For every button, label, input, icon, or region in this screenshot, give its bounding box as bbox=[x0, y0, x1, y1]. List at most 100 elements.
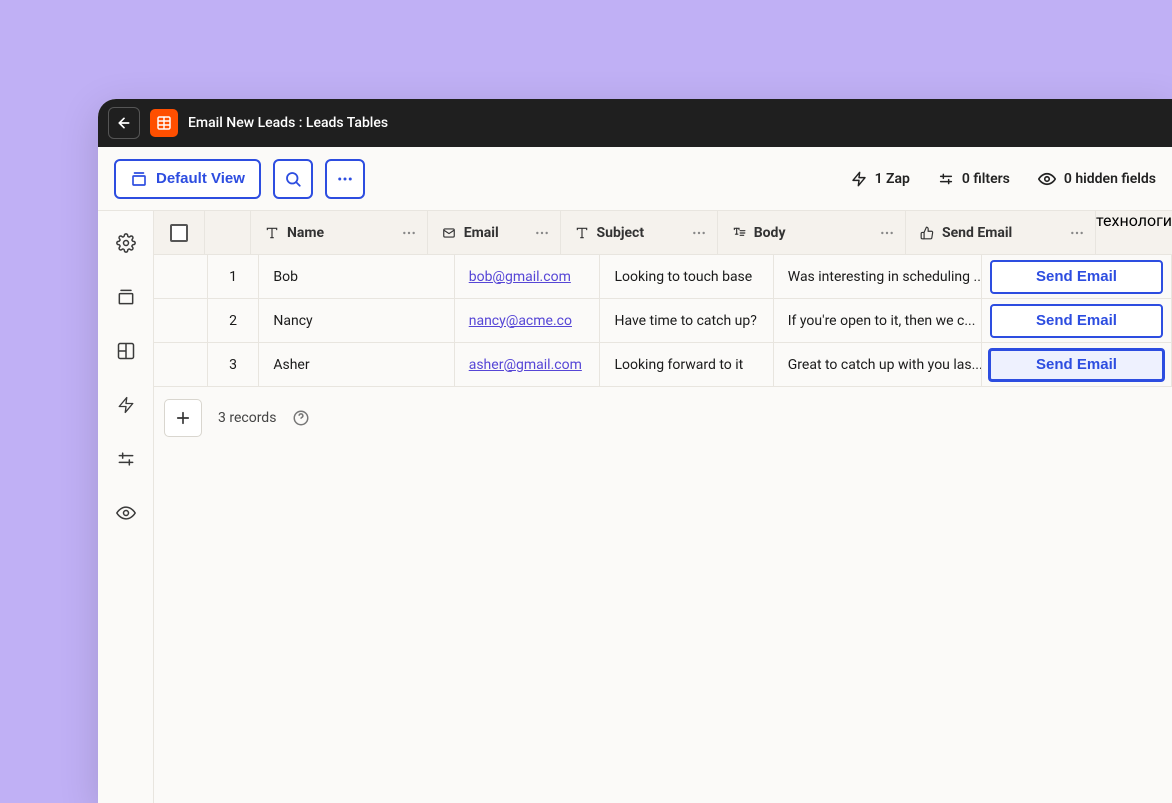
email-link[interactable]: asher@gmail.com bbox=[469, 357, 582, 373]
th-email-menu[interactable] bbox=[534, 225, 550, 241]
th-name-label: Name bbox=[287, 225, 324, 241]
cell-select[interactable] bbox=[154, 255, 208, 298]
rail-views[interactable] bbox=[114, 285, 138, 309]
rail-fields[interactable] bbox=[114, 339, 138, 363]
th-action[interactable]: Send Email bbox=[906, 211, 1096, 254]
th-email-label: Email bbox=[464, 225, 499, 241]
rail-visibility[interactable] bbox=[114, 501, 138, 525]
th-action-label: Send Email bbox=[942, 225, 1012, 241]
filters-button[interactable]: 0 filters bbox=[938, 171, 1010, 187]
table-grid-icon bbox=[156, 115, 172, 131]
long-text-icon bbox=[732, 226, 746, 240]
cell-action: Send Email bbox=[982, 343, 1172, 386]
default-view-label: Default View bbox=[156, 170, 245, 187]
cell-body[interactable]: Was interesting in scheduling ... bbox=[774, 255, 982, 298]
select-all-checkbox[interactable] bbox=[170, 224, 188, 242]
bolt-icon bbox=[117, 396, 135, 414]
th-email[interactable]: Email bbox=[428, 211, 561, 254]
cell-name[interactable]: Asher bbox=[259, 343, 454, 386]
rail-zaps[interactable] bbox=[114, 393, 138, 417]
gear-icon bbox=[116, 233, 136, 253]
eye-icon bbox=[1038, 170, 1056, 188]
left-rail bbox=[98, 211, 154, 803]
email-link[interactable]: bob@gmail.com bbox=[469, 269, 571, 285]
cell-name[interactable]: Bob bbox=[259, 255, 454, 298]
cell-email[interactable]: nancy@acme.co bbox=[455, 299, 601, 342]
search-button[interactable] bbox=[273, 159, 313, 199]
th-name-menu[interactable] bbox=[401, 225, 417, 241]
mail-icon bbox=[442, 226, 456, 240]
dots-horizontal-icon bbox=[336, 170, 354, 188]
rail-settings[interactable] bbox=[114, 231, 138, 255]
app-body: Name Email Subject Body bbox=[98, 211, 1172, 803]
cell-subject[interactable]: Looking to touch base bbox=[600, 255, 773, 298]
dots-horizontal-icon bbox=[691, 225, 707, 241]
cell-action: Send Email bbox=[982, 299, 1172, 342]
dots-horizontal-icon bbox=[534, 225, 550, 241]
cell-rownum: 2 bbox=[208, 299, 260, 342]
help-icon[interactable] bbox=[292, 409, 310, 427]
arrow-left-icon bbox=[116, 115, 132, 131]
cell-select[interactable] bbox=[154, 299, 208, 342]
table-row: 1 Bob bob@gmail.com Looking to touch bas… bbox=[154, 255, 1172, 299]
data-table: Name Email Subject Body bbox=[154, 211, 1172, 803]
rail-filters[interactable] bbox=[114, 447, 138, 471]
send-email-button[interactable]: Send Email bbox=[990, 260, 1163, 294]
record-count: 3 records bbox=[218, 410, 276, 426]
app-window: Email New Leads : Leads Tables Default V… bbox=[98, 99, 1172, 803]
cell-body[interactable]: If you're open to it, then we c... bbox=[774, 299, 982, 342]
table-header-row: Name Email Subject Body bbox=[154, 211, 1172, 255]
text-type-icon bbox=[265, 226, 279, 240]
cell-rownum: 3 bbox=[208, 343, 260, 386]
filters-icon bbox=[938, 171, 954, 187]
dots-horizontal-icon bbox=[879, 225, 895, 241]
th-action-menu[interactable] bbox=[1069, 225, 1085, 241]
layout-icon bbox=[116, 341, 136, 361]
th-subject[interactable]: Subject bbox=[561, 211, 718, 254]
app-logo-icon bbox=[150, 109, 178, 137]
more-options-button[interactable] bbox=[325, 159, 365, 199]
th-select bbox=[154, 211, 205, 254]
search-icon bbox=[284, 170, 302, 188]
email-link[interactable]: nancy@acme.co bbox=[469, 313, 572, 329]
cell-email[interactable]: bob@gmail.com bbox=[455, 255, 601, 298]
th-body[interactable]: Body bbox=[718, 211, 906, 254]
cell-select[interactable] bbox=[154, 343, 208, 386]
text-type-icon bbox=[575, 226, 589, 240]
zap-count[interactable]: 1 Zap bbox=[851, 171, 910, 187]
th-subject-menu[interactable] bbox=[691, 225, 707, 241]
view-toolbar: Default View 1 Zap 0 filters 0 hidden fi… bbox=[98, 147, 1172, 211]
th-body-menu[interactable] bbox=[879, 225, 895, 241]
table-footer: 3 records bbox=[154, 387, 1172, 449]
dots-horizontal-icon bbox=[401, 225, 417, 241]
back-button[interactable] bbox=[108, 107, 140, 139]
hidden-fields-button[interactable]: 0 hidden fields bbox=[1038, 170, 1156, 188]
add-row-button[interactable] bbox=[164, 399, 202, 437]
eye-icon bbox=[116, 503, 136, 523]
view-stack-icon bbox=[116, 287, 136, 307]
table-row: 2 Nancy nancy@acme.co Have time to catch… bbox=[154, 299, 1172, 343]
hidden-fields-label: 0 hidden fields bbox=[1064, 171, 1156, 187]
cell-subject[interactable]: Have time to catch up? bbox=[600, 299, 773, 342]
send-email-button[interactable]: Send Email bbox=[990, 304, 1163, 338]
breadcrumb: Email New Leads : Leads Tables bbox=[188, 115, 388, 131]
th-rownum bbox=[205, 211, 251, 254]
plus-icon bbox=[174, 409, 192, 427]
th-name[interactable]: Name bbox=[251, 211, 428, 254]
table-row: 3 Asher asher@gmail.com Looking forward … bbox=[154, 343, 1172, 387]
cell-subject[interactable]: Looking forward to it bbox=[600, 343, 773, 386]
toolbar-right: 1 Zap 0 filters 0 hidden fields bbox=[851, 170, 1156, 188]
cell-email[interactable]: asher@gmail.com bbox=[455, 343, 601, 386]
cell-name[interactable]: Nancy bbox=[259, 299, 454, 342]
thumbs-up-icon bbox=[920, 226, 934, 240]
sliders-icon bbox=[116, 449, 136, 469]
cell-body[interactable]: Great to catch up with you las... bbox=[774, 343, 982, 386]
dots-horizontal-icon bbox=[1069, 225, 1085, 241]
zap-count-label: 1 Zap bbox=[875, 171, 910, 187]
send-email-button[interactable]: Send Email bbox=[988, 348, 1165, 382]
default-view-button[interactable]: Default View bbox=[114, 159, 261, 199]
filters-label: 0 filters bbox=[962, 171, 1010, 187]
cell-rownum: 1 bbox=[208, 255, 260, 298]
bolt-icon bbox=[851, 171, 867, 187]
app-topbar: Email New Leads : Leads Tables bbox=[98, 99, 1172, 147]
